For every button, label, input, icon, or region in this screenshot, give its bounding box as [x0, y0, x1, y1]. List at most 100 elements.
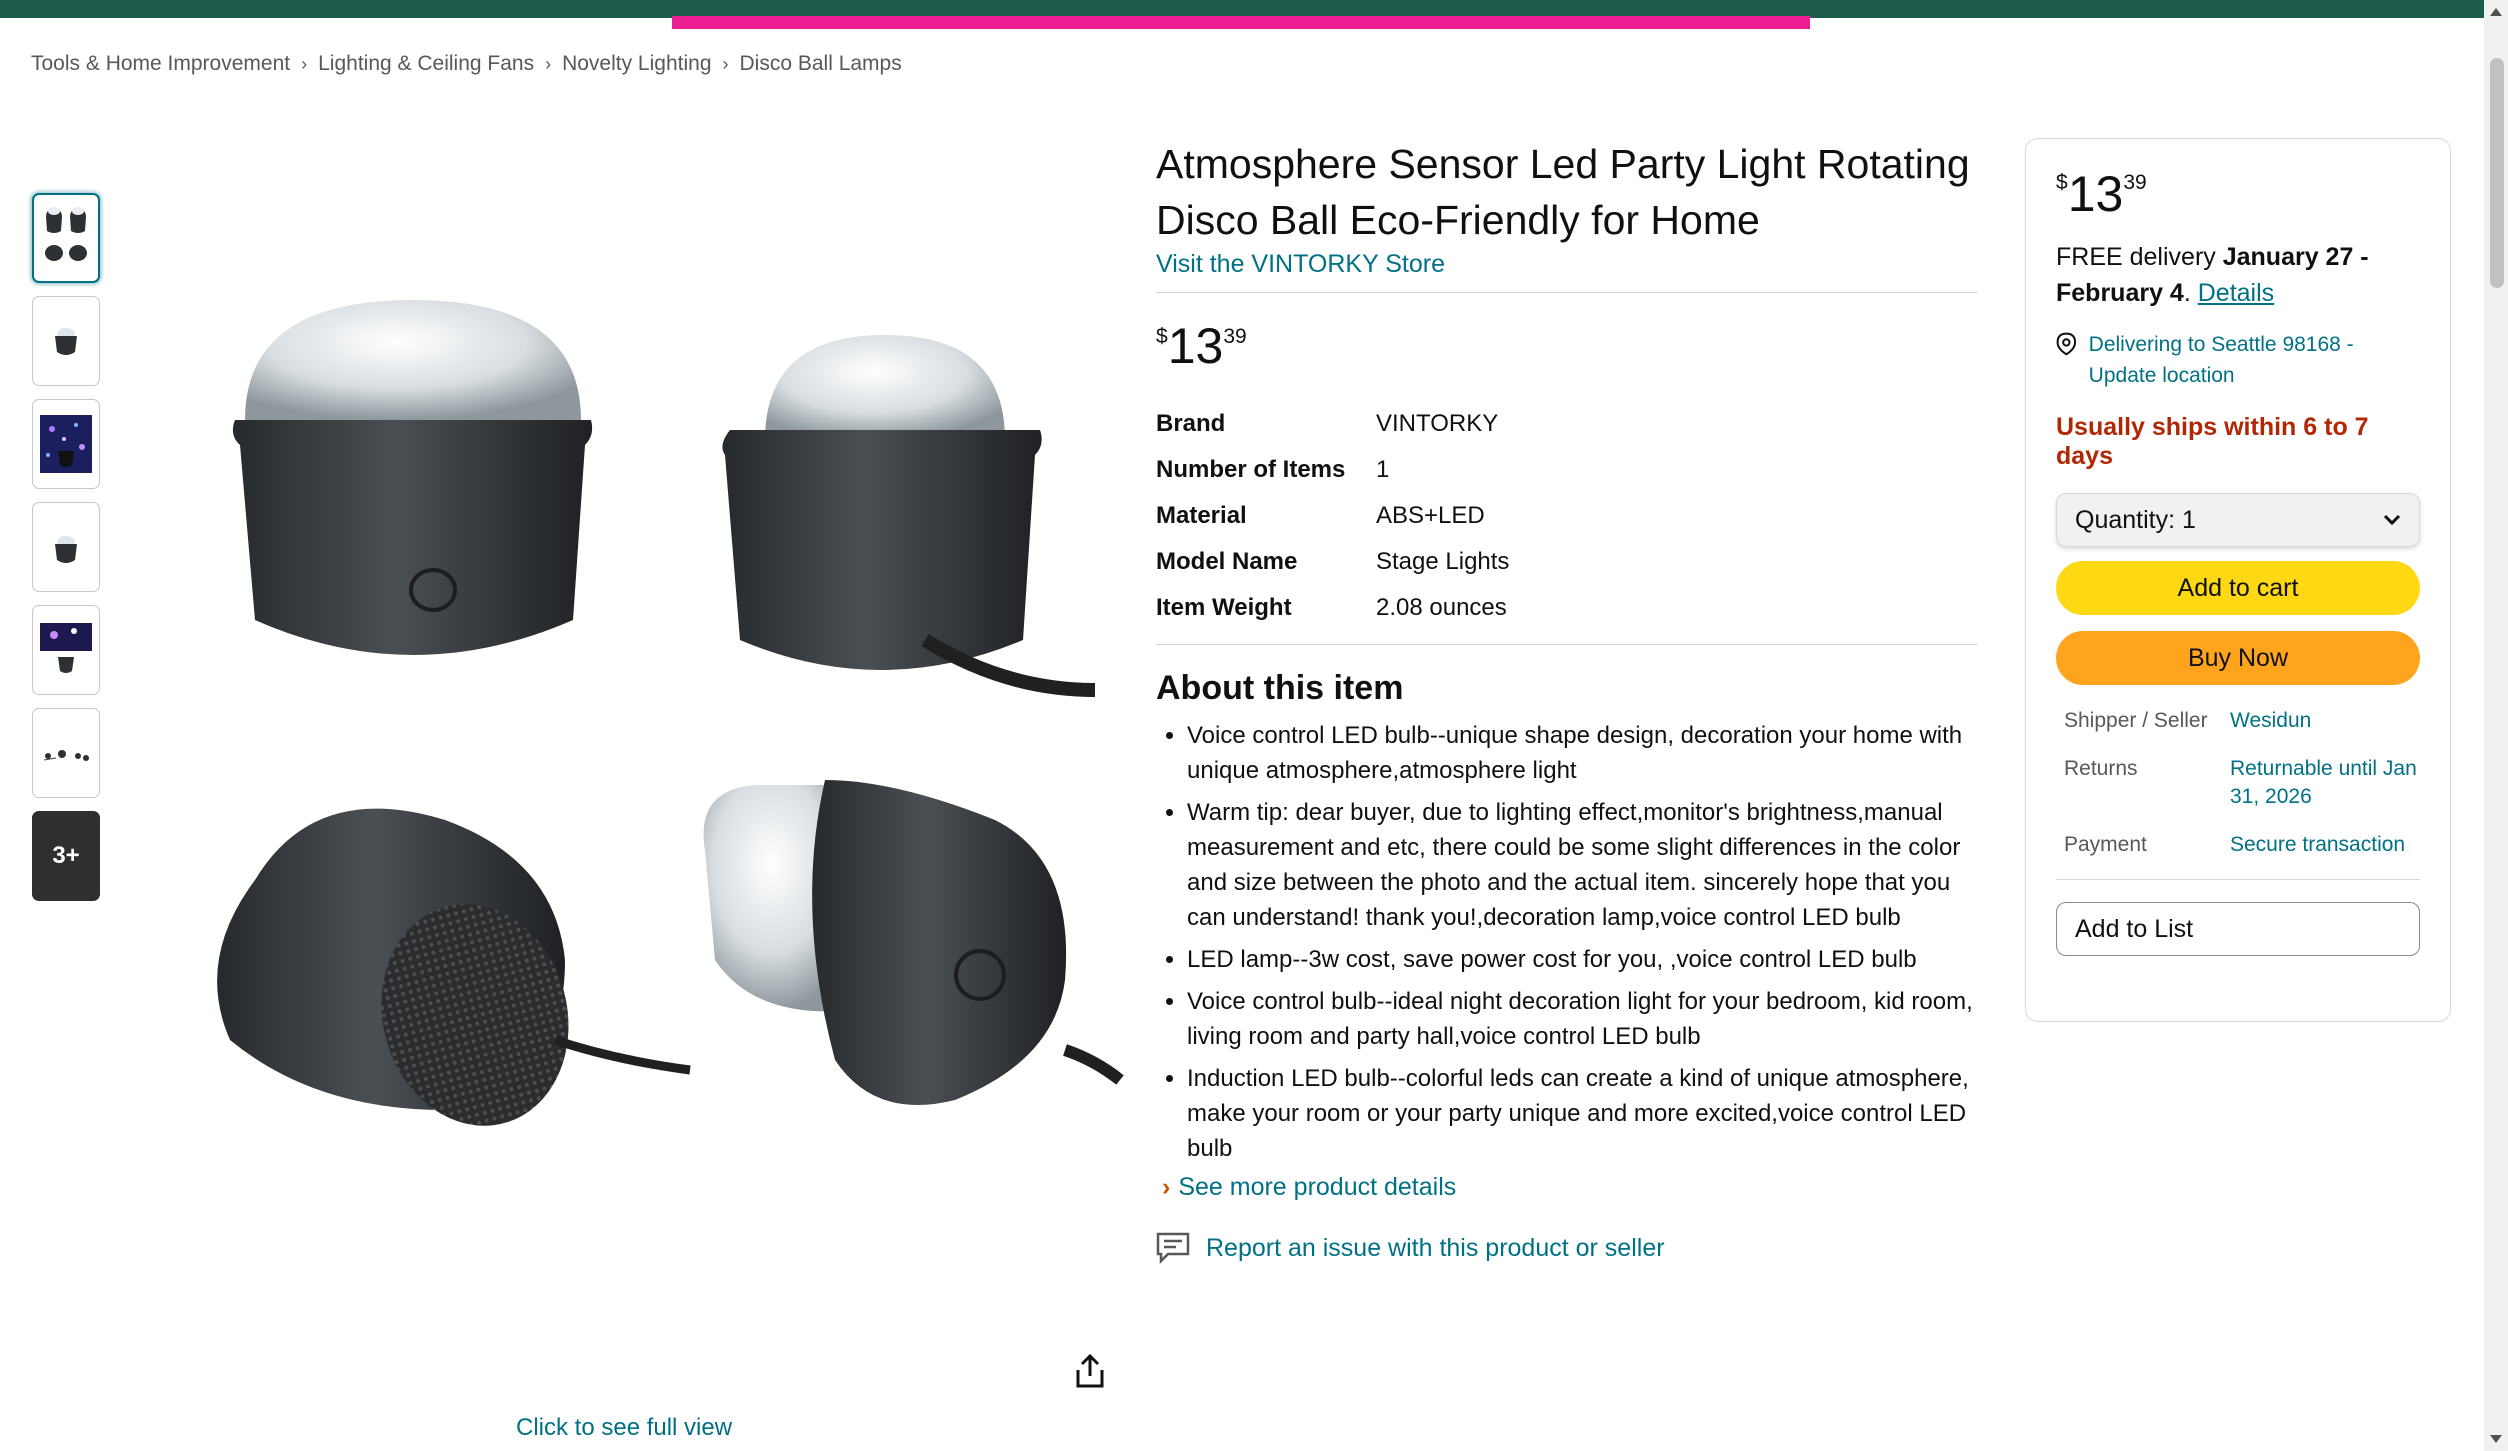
divider — [2056, 879, 2420, 880]
info-label: Payment — [2064, 833, 2147, 856]
add-to-list-button[interactable]: Add to List — [2056, 902, 2420, 956]
spec-value: 1 — [1376, 456, 1390, 483]
location-pin-icon — [2056, 332, 2077, 356]
thumbnail-2[interactable] — [32, 296, 100, 386]
payment-link[interactable]: Secure transaction — [2230, 831, 2420, 859]
product-thumbnail-image — [40, 623, 92, 673]
about-title: About this item — [1156, 669, 1404, 707]
about-bullet: Voice control bulb--ideal night decorati… — [1187, 984, 1978, 1054]
seller-link[interactable]: Wesidun — [2230, 707, 2420, 735]
info-row: Payment Secure transaction — [2064, 831, 2420, 859]
thumbnail-list: 3+ — [32, 193, 100, 901]
divider — [1156, 292, 1978, 293]
breadcrumb-item[interactable]: Lighting & Ceiling Fans — [318, 52, 534, 76]
buy-now-button[interactable]: Buy Now — [2056, 631, 2420, 685]
about-bullet: Voice control LED bulb--unique shape des… — [1187, 718, 1978, 788]
divider — [1156, 644, 1978, 645]
quantity-select[interactable]: Quantity: 1 — [2056, 493, 2420, 547]
quantity-text: Quantity: 1 — [2075, 506, 2196, 535]
info-label: Shipper / Seller — [2064, 709, 2208, 732]
product-title: Atmosphere Sensor Led Party Light Rotati… — [1156, 141, 1970, 243]
breadcrumb-item[interactable]: Novelty Lighting — [562, 52, 711, 76]
buybox-price: $ 13 39 — [2056, 167, 2420, 221]
buy-box: $ 13 39 FREE delivery January 27 - Febru… — [2025, 138, 2451, 1022]
breadcrumb-chevron-icon: › — [301, 53, 308, 74]
breadcrumb-chevron-icon: › — [545, 53, 552, 74]
delivery-info: FREE delivery January 27 - February 4. D… — [2056, 239, 2420, 311]
product-thumbnail-image — [45, 207, 87, 261]
main-product-image[interactable] — [135, 260, 1125, 1195]
quantity-label: Quantity: — [2075, 505, 2176, 534]
scroll-down-arrow-icon[interactable] — [2490, 1435, 2502, 1443]
spec-value: VINTORKY — [1376, 410, 1499, 437]
spec-table: Brand VINTORKY Number of Items 1 Materia… — [1156, 401, 1509, 631]
spec-value: 2.08 ounces — [1376, 594, 1507, 621]
delivery-details-link[interactable]: Details — [2198, 279, 2274, 307]
top-bar-accent — [672, 16, 1810, 29]
price-whole: 13 — [2067, 166, 2124, 222]
spec-value: Stage Lights — [1376, 548, 1510, 575]
product-thumbnail-image — [40, 415, 92, 473]
info-row: Shipper / Seller Wesidun — [2064, 707, 2420, 735]
see-more-label: See more product details — [1178, 1173, 1457, 1201]
breadcrumb-chevron-icon: › — [722, 53, 729, 74]
product-details: Atmosphere Sensor Led Party Light Rotati… — [1156, 136, 1978, 1264]
click-full-view-link[interactable]: Click to see full view — [516, 1414, 732, 1442]
chevron-down-icon — [2383, 514, 2401, 526]
info-label: Returns — [2064, 757, 2138, 780]
shipping-status: Usually ships within 6 to 7 days — [2056, 413, 2369, 470]
thumbnail-1[interactable] — [32, 193, 100, 283]
spec-label: Item Weight — [1156, 594, 1292, 621]
quantity-value: 1 — [2182, 505, 2196, 534]
scrollbar[interactable] — [2484, 0, 2508, 1451]
scrollbar-thumb[interactable] — [2490, 58, 2504, 288]
thumbnail-3[interactable] — [32, 399, 100, 489]
price-fraction: 39 — [1223, 325, 1247, 348]
product-thumbnail-image — [55, 328, 77, 355]
thumbnail-more[interactable]: 3+ — [32, 811, 100, 901]
product-thumbnail-image — [43, 750, 89, 761]
spec-row: Item Weight 2.08 ounces — [1156, 585, 1509, 631]
report-issue-link[interactable]: Report an issue with this product or sel… — [1156, 1232, 1978, 1264]
about-bullet: Warm tip: dear buyer, due to lighting ef… — [1187, 795, 1978, 935]
price-symbol: $ — [2056, 171, 2068, 194]
store-link[interactable]: Visit the VINTORKY Store — [1156, 250, 1978, 279]
delivery-location[interactable]: Delivering to Seattle 98168 - Update loc… — [2056, 329, 2420, 391]
location-text: Delivering to Seattle 98168 - Update loc… — [2088, 333, 2354, 387]
price-whole: 13 — [1167, 318, 1224, 374]
thumbnail-5[interactable] — [32, 605, 100, 695]
buybox-info: Shipper / Seller Wesidun Returns Returna… — [2064, 707, 2420, 859]
price-fraction: 39 — [2123, 171, 2147, 194]
info-row: Returns Returnable until Jan 31, 2026 — [2064, 755, 2420, 811]
spec-label: Number of Items — [1156, 456, 1346, 483]
product-thumbnail-image — [55, 536, 77, 563]
thumbnail-4[interactable] — [32, 502, 100, 592]
breadcrumb-item[interactable]: Tools & Home Improvement — [31, 52, 290, 76]
report-comment-icon — [1156, 1232, 1190, 1264]
spec-label: Brand — [1156, 410, 1226, 437]
spec-value: ABS+LED — [1376, 502, 1485, 529]
spec-row: Brand VINTORKY — [1156, 401, 1509, 447]
about-bullet: LED lamp--3w cost, save power cost for y… — [1187, 942, 1978, 977]
breadcrumb: Tools & Home Improvement › Lighting & Ce… — [31, 52, 902, 76]
spec-label: Material — [1156, 502, 1247, 529]
spec-row: Material ABS+LED — [1156, 493, 1509, 539]
delivery-suffix: . — [2183, 279, 2198, 307]
thumbnail-more-label: 3+ — [52, 842, 80, 869]
breadcrumb-item[interactable]: Disco Ball Lamps — [740, 52, 902, 76]
about-bullets: Voice control LED bulb--unique shape des… — [1156, 718, 1978, 1166]
add-to-cart-button[interactable]: Add to cart — [2056, 561, 2420, 615]
price-symbol: $ — [1156, 325, 1168, 348]
product-price: $ 13 39 — [1156, 319, 1978, 373]
spec-label: Model Name — [1156, 548, 1298, 575]
delivery-prefix: FREE delivery — [2056, 243, 2223, 271]
thumbnail-6[interactable] — [32, 708, 100, 798]
returns-link[interactable]: Returnable until Jan 31, 2026 — [2230, 755, 2420, 811]
chevron-right-icon: › — [1162, 1173, 1171, 1201]
see-more-link[interactable]: › See more product details — [1162, 1173, 1978, 1202]
share-icon[interactable] — [1070, 1352, 1110, 1392]
spec-row: Number of Items 1 — [1156, 447, 1509, 493]
spec-row: Model Name Stage Lights — [1156, 539, 1509, 585]
scroll-up-arrow-icon[interactable] — [2490, 8, 2502, 16]
report-label: Report an issue with this product or sel… — [1206, 1233, 1665, 1262]
